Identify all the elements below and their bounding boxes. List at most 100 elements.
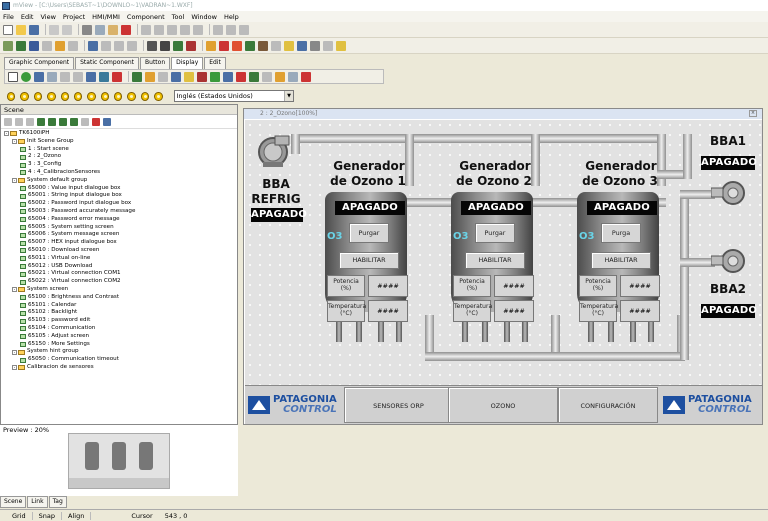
lang-4-icon[interactable] — [47, 91, 56, 101]
scene-tree-node[interactable]: 3 : 3_Config — [4, 161, 237, 169]
generator-1-purge-button[interactable]: Purgar — [349, 223, 389, 243]
align-top-icon[interactable] — [180, 24, 190, 35]
lang-7-icon[interactable] — [87, 91, 96, 101]
scene-tree-node[interactable]: 65012 : USB Download — [4, 263, 237, 271]
alarm-icon[interactable] — [112, 71, 122, 82]
screen-icon[interactable] — [88, 40, 98, 51]
close-icon[interactable]: × — [749, 110, 757, 117]
tab-tag[interactable]: Tag — [48, 496, 67, 508]
tab-button[interactable]: Button — [140, 57, 171, 69]
save-icon[interactable] — [29, 24, 39, 35]
align-left-icon[interactable] — [141, 24, 151, 35]
scene-tree-node[interactable]: 65050 : Communication timeout — [4, 356, 237, 364]
hmi-canvas[interactable]: BBA REFRIG APAGADO BBA1 APAGADO BBA2 APA… — [245, 120, 762, 424]
scene-tree-node[interactable]: 65102 : Backlight — [4, 309, 237, 317]
align-right-icon[interactable] — [167, 24, 177, 35]
generator-1-enable-button[interactable]: HABILITAR — [339, 252, 399, 269]
lang-11-icon[interactable] — [140, 91, 150, 101]
scene-tree-node[interactable]: 65007 : HEX input dialogue box — [4, 239, 237, 247]
scene-tree-node[interactable]: - System screen — [4, 286, 237, 294]
scene-tree-node[interactable]: 1 : Start scene — [4, 146, 237, 154]
menu-component[interactable]: Component — [127, 13, 165, 21]
tab-edit[interactable]: Edit — [204, 57, 226, 69]
indicator-icon[interactable] — [301, 71, 311, 82]
help-icon[interactable] — [239, 24, 249, 35]
copy-icon[interactable] — [95, 24, 105, 35]
scene-tree-node[interactable]: 65010 : Download screen — [4, 247, 237, 255]
scene-tree-node[interactable]: 65003 : Password accurately message — [4, 208, 237, 216]
menu-hmi[interactable]: HMI/MMI — [92, 13, 120, 21]
tab-link[interactable]: Link — [27, 496, 48, 508]
tree-expand-toggle-icon[interactable]: - — [4, 131, 9, 137]
grid-toggle[interactable]: Grid — [0, 511, 33, 520]
animation-icon[interactable] — [184, 71, 194, 82]
menu-help[interactable]: Help — [224, 13, 239, 21]
project-icon[interactable] — [68, 40, 78, 51]
lang-6-icon[interactable] — [73, 91, 83, 101]
lang-12-icon[interactable] — [154, 91, 163, 101]
scene-tree-node[interactable]: 65006 : System message screen — [4, 231, 237, 239]
event-icon[interactable] — [223, 71, 233, 82]
tab-static-component[interactable]: Static Component — [75, 57, 140, 69]
lang-8-icon[interactable] — [100, 91, 109, 101]
lang-3-icon[interactable] — [33, 91, 43, 101]
scene-tree-node[interactable]: 65001 : String input dialogue box — [4, 192, 237, 200]
fill-color-icon[interactable] — [160, 40, 170, 51]
run-icon[interactable] — [232, 40, 242, 51]
plc-icon[interactable] — [245, 40, 255, 51]
nav-sensors-orp-button[interactable]: SENSORES ORP — [344, 387, 453, 423]
simulate-icon[interactable] — [55, 40, 65, 51]
generator-3-enable-button[interactable]: HABILITAR — [591, 252, 651, 269]
grid-icon[interactable] — [3, 40, 13, 51]
transfer-icon[interactable] — [271, 40, 281, 51]
copy-scene-icon[interactable] — [15, 117, 23, 126]
lang-5-icon[interactable] — [60, 91, 69, 101]
message-icon[interactable] — [336, 40, 346, 51]
bar-graph-icon[interactable] — [86, 71, 96, 82]
tools-icon[interactable] — [323, 40, 333, 51]
library-icon[interactable] — [258, 40, 268, 51]
menu-view[interactable]: View — [40, 13, 55, 21]
message-display-icon[interactable] — [236, 71, 246, 82]
tab-scene[interactable]: Scene — [0, 496, 27, 508]
scene-list-icon[interactable] — [103, 117, 111, 126]
scene-tree-node[interactable]: - Init Scene Group — [4, 138, 237, 146]
generator-2-enable-button[interactable]: HABILITAR — [465, 252, 525, 269]
stop-icon[interactable] — [219, 40, 229, 51]
line-chart-icon[interactable] — [210, 71, 220, 82]
scene-tree-node[interactable]: - System default group — [4, 177, 237, 185]
tree-expand-toggle-icon[interactable]: - — [12, 287, 17, 293]
lang-2-icon[interactable] — [20, 91, 29, 101]
calendar-icon[interactable] — [262, 71, 272, 82]
new-file-icon[interactable] — [3, 24, 13, 35]
lang-9-icon[interactable] — [114, 91, 123, 101]
scene-2-icon[interactable] — [48, 117, 56, 126]
pie-icon[interactable] — [197, 71, 207, 82]
menu-edit[interactable]: Edit — [21, 13, 34, 21]
menu-window[interactable]: Window — [191, 13, 217, 21]
character-display-icon[interactable] — [73, 71, 83, 82]
nav-configuracion-button[interactable]: CONFIGURACIÓN — [558, 387, 658, 423]
recipe-icon[interactable] — [171, 71, 181, 82]
scene-3-icon[interactable] — [59, 117, 67, 126]
zoom-in-icon[interactable] — [114, 40, 124, 51]
line-color-icon[interactable] — [173, 40, 183, 51]
scene-tree-node[interactable]: 65000 : Value input dialogue box — [4, 185, 237, 193]
delete-scene-icon[interactable] — [92, 117, 100, 126]
link-icon[interactable] — [310, 40, 320, 51]
numeric-display-icon[interactable] — [60, 71, 70, 82]
scene-tree-node[interactable]: 65150 : More Settings — [4, 341, 237, 349]
scene-tree-node[interactable]: 65011 : Virtual on-line — [4, 255, 237, 263]
cut-icon[interactable] — [82, 24, 92, 35]
scene-tree-node[interactable]: 4 : 4_CalibracionSensores — [4, 169, 237, 177]
tree-expand-toggle-icon[interactable]: - — [12, 178, 17, 184]
undo-icon[interactable] — [49, 24, 59, 35]
ungroup-icon[interactable] — [226, 24, 236, 35]
compile-icon[interactable] — [42, 40, 52, 51]
redo-icon[interactable] — [62, 24, 72, 35]
group-icon[interactable] — [213, 24, 223, 35]
generator-2-purge-button[interactable]: Purgar — [475, 223, 515, 243]
font-color-icon[interactable] — [186, 40, 196, 51]
menu-project[interactable]: Project — [63, 13, 85, 21]
bring-front-icon[interactable] — [206, 40, 216, 51]
